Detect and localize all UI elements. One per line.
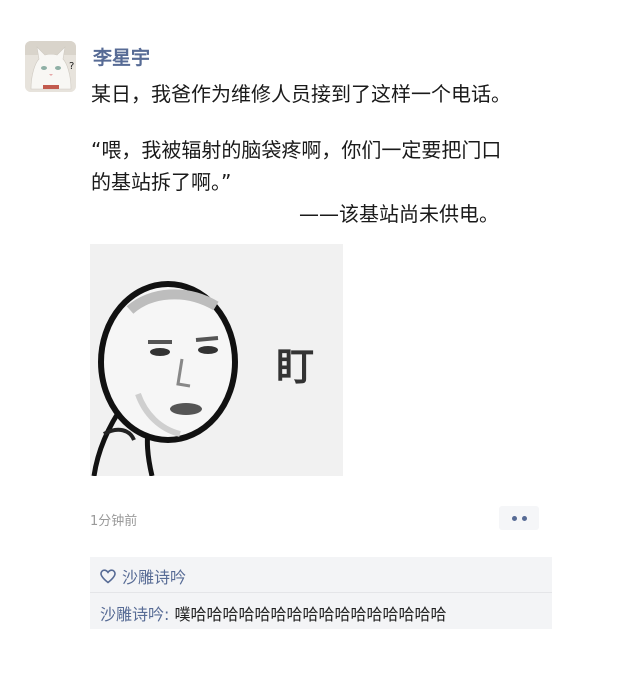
post-image[interactable]: 盯 — [90, 244, 343, 476]
more-button[interactable] — [499, 506, 539, 530]
interaction-panel: 沙雕诗吟 沙雕诗吟: 噗哈哈哈哈哈哈哈哈哈哈哈哈哈哈哈哈 — [90, 557, 552, 629]
more-dot-icon — [511, 515, 517, 521]
more-dot-icon — [521, 515, 527, 521]
post-line-3: 的基站拆了啊。” — [91, 170, 232, 194]
heart-outline-icon — [100, 568, 116, 584]
comment-author[interactable]: 沙雕诗吟: — [100, 605, 169, 624]
post-text: 某日，我爸作为维修人员接到了这样一个电话。 “喂，我被辐射的脑袋疼啊，你们一定要… — [91, 78, 611, 230]
comment-row[interactable]: 沙雕诗吟: 噗哈哈哈哈哈哈哈哈哈哈哈哈哈哈哈哈 — [100, 601, 447, 625]
svg-text:?: ? — [69, 61, 74, 72]
post-line-4: ——该基站尚未供电。 — [299, 202, 499, 226]
meme-caption: 盯 — [276, 345, 315, 389]
post-line-1: 某日，我爸作为维修人员接到了这样一个电话。 — [91, 82, 511, 106]
post-time: 1分钟前 — [90, 514, 138, 529]
post-line-2: “喂，我被辐射的脑袋疼啊，你们一定要把门口 — [91, 138, 502, 162]
likes-row: 沙雕诗吟 — [100, 565, 186, 587]
divider — [90, 592, 552, 593]
white-cat-avatar-icon: ? — [25, 41, 76, 92]
comment-text: 噗哈哈哈哈哈哈哈哈哈哈哈哈哈哈哈哈 — [169, 605, 447, 624]
author-name[interactable]: 李星宇 — [93, 43, 150, 70]
author-avatar[interactable]: ? — [25, 41, 76, 92]
liker-name[interactable]: 沙雕诗吟 — [122, 564, 186, 588]
